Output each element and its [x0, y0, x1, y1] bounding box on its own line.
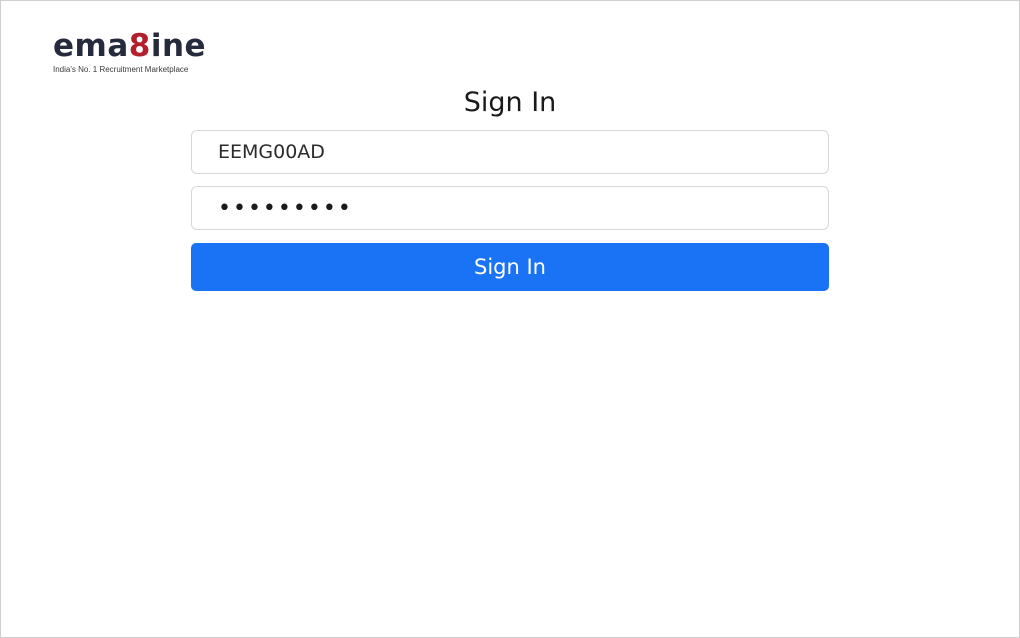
page-title: Sign In [463, 87, 557, 118]
username-value: EEMG00AD [218, 141, 325, 163]
username-field[interactable]: EEMG00AD [191, 130, 829, 174]
logo-word-prefix: ema [53, 28, 129, 64]
logo-tagline: India's No. 1 Recruitment Marketplace [53, 65, 189, 74]
logo-word-eight: 8 [128, 28, 151, 64]
logo-word-suffix: ine [150, 28, 207, 64]
emagine-logo: ema8ine India's No. 1 Recruitment Market… [53, 29, 273, 79]
sign-in-button[interactable]: Sign In [191, 243, 829, 291]
app-window: ema8ine India's No. 1 Recruitment Market… [0, 0, 1020, 638]
password-masked-value: ••••••••• [218, 195, 353, 221]
logo-wordmark: ema8ine [53, 29, 273, 63]
password-field[interactable]: ••••••••• [191, 186, 829, 230]
